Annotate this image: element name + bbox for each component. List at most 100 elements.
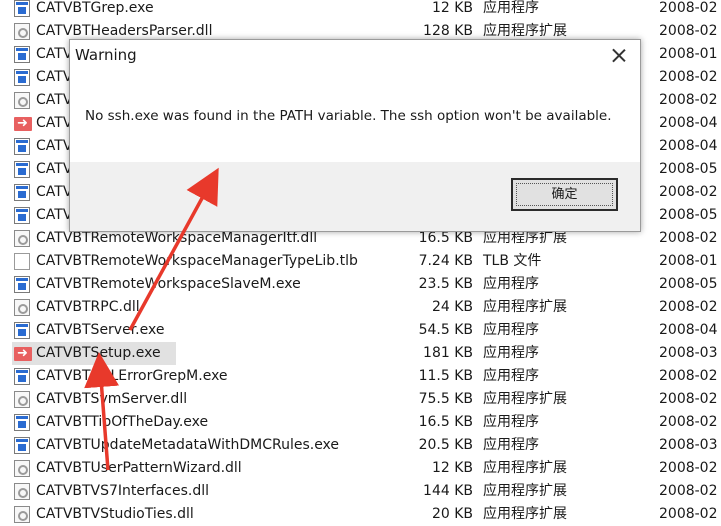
file-row[interactable]: CATVBTServer.exe 54.5 KB 应用程序 2008-04 (0, 319, 721, 342)
file-date: 2008-02 (659, 414, 718, 430)
file-date: 2008-03 (659, 345, 718, 361)
file-type: 应用程序 (483, 0, 539, 16)
file-type: 应用程序 (483, 368, 539, 384)
file-type: 应用程序 (483, 345, 539, 361)
file-size: 75.5 KB (418, 391, 473, 407)
exe-icon (14, 184, 30, 201)
exe-icon (14, 46, 30, 63)
exe-icon (14, 69, 30, 86)
file-row[interactable]: CATVBTUserPatternWizard.dll 12 KB 应用程序扩展 20… (0, 457, 721, 480)
ok-button[interactable]: 确定 (511, 178, 618, 211)
tlb-icon (14, 253, 30, 270)
dll-icon (14, 92, 30, 109)
exe-icon (14, 368, 30, 385)
file-date: 2008-05 (659, 161, 718, 177)
file-name: CATVBTSvmServer.dll (36, 391, 188, 407)
file-name: CATVBTTipOfTheDay.exe (36, 414, 209, 430)
dll-icon (14, 460, 30, 477)
file-name: CATV (36, 138, 73, 154)
file-size: 54.5 KB (418, 322, 473, 338)
file-row[interactable]: CATVBTRemoteWorkspaceManagerTypeLib.tlb 7… (0, 250, 721, 273)
file-row[interactable]: CATVBTVStudioTies.dll 20 KB 应用程序扩展 2008-02 (0, 503, 721, 526)
file-date: 2008-02 (659, 23, 718, 39)
file-row[interactable]: CATVBTRemoteWorkspaceSlaveM.exe 23.5 KB 应用… (0, 273, 721, 296)
file-size: 24 KB (431, 299, 473, 315)
file-type: 应用程序扩展 (483, 391, 567, 407)
file-name: CATV (36, 46, 73, 62)
file-row[interactable]: CATVBTSetup.exe 181 KB 应用程序 2008-03 (0, 342, 721, 365)
file-name: CATVBTRemoteWorkspaceSlaveM.exe (36, 276, 301, 292)
file-date: 2008-05 (659, 207, 718, 223)
file-name: CATVBTUserPatternWizard.dll (36, 460, 242, 476)
file-name: CATVBTSQLErrorGrepM.exe (36, 368, 228, 384)
file-name: CATV (36, 161, 73, 177)
file-name: CATV (36, 184, 73, 200)
file-type: 应用程序 (483, 414, 539, 430)
file-name: CATVBTRemoteWorkspaceManagerTypeLib.tlb (36, 253, 358, 269)
file-name: CATVBTVS7Interfaces.dll (36, 483, 210, 499)
exe-icon (14, 207, 30, 224)
file-type: 应用程序 (483, 437, 539, 453)
dialog-title: Warning (75, 46, 137, 64)
file-size: 20.5 KB (418, 437, 473, 453)
close-icon[interactable] (606, 43, 632, 69)
dialog-footer: 确定 (70, 162, 640, 231)
exe-icon (14, 414, 30, 431)
dialog-titlebar[interactable]: Warning (70, 40, 640, 72)
exe-icon (14, 138, 30, 155)
file-name: CATV (36, 207, 73, 223)
exe-icon (14, 276, 30, 293)
dialog-message: No ssh.exe was found in the PATH variabl… (85, 108, 612, 124)
file-type: 应用程序扩展 (483, 460, 567, 476)
file-size: 11.5 KB (418, 368, 473, 384)
file-date: 2008-01 (659, 46, 718, 62)
file-size: 7.24 KB (418, 253, 473, 269)
file-name: CATVBTServer.exe (36, 322, 165, 338)
file-size: 12 KB (431, 460, 473, 476)
file-row[interactable]: CATVBTUpdateMetadataWithDMCRules.exe 20.5… (0, 434, 721, 457)
dll-icon (14, 483, 30, 500)
file-date: 2008-02 (659, 230, 718, 246)
file-date: 2008-02 (659, 0, 718, 16)
file-name: CATV (36, 92, 73, 108)
file-row[interactable]: CATVBTVS7Interfaces.dll 144 KB 应用程序扩展 2008-… (0, 480, 721, 503)
exe-icon (14, 0, 30, 17)
file-date: 2008-05 (659, 276, 718, 292)
file-date: 2008-04 (659, 115, 718, 131)
dll-icon (14, 391, 30, 408)
file-type: TLB 文件 (483, 253, 542, 269)
setup-icon (14, 112, 32, 135)
file-date: 2008-03 (659, 437, 718, 453)
dll-icon (14, 23, 30, 40)
exe-icon (14, 437, 30, 454)
file-name: CATV (36, 69, 73, 85)
file-row[interactable]: CATVBTRPC.dll 24 KB 应用程序扩展 2008-02 (0, 296, 721, 319)
file-size: 12 KB (431, 0, 473, 16)
file-date: 2008-02 (659, 483, 718, 499)
file-type: 应用程序扩展 (483, 299, 567, 315)
warning-dialog: Warning No ssh.exe was found in the PATH… (69, 39, 641, 232)
exe-icon (14, 322, 30, 339)
file-date: 2008-02 (659, 391, 718, 407)
dll-icon (14, 230, 30, 247)
file-name: CATVBTSetup.exe (36, 345, 161, 361)
dll-icon (14, 506, 30, 523)
file-row[interactable]: CATVBTGrep.exe 12 KB 应用程序 2008-02 (0, 0, 721, 20)
file-size: 23.5 KB (418, 276, 473, 292)
file-date: 2008-04 (659, 322, 718, 338)
file-date: 2008-02 (659, 460, 718, 476)
file-date: 2008-02 (659, 184, 718, 200)
file-row[interactable]: CATVBTTipOfTheDay.exe 16.5 KB 应用程序 2008-02 (0, 411, 721, 434)
setup-icon (14, 342, 32, 365)
file-date: 2008-02 (659, 69, 718, 85)
file-date: 2008-04 (659, 138, 718, 154)
file-type: 应用程序 (483, 322, 539, 338)
file-type: 应用程序扩展 (483, 483, 567, 499)
file-row[interactable]: CATVBTSvmServer.dll 75.5 KB 应用程序扩展 2008-02 (0, 388, 721, 411)
file-date: 2008-02 (659, 92, 718, 108)
file-type: 应用程序扩展 (483, 506, 567, 522)
file-row[interactable]: CATVBTSQLErrorGrepM.exe 11.5 KB 应用程序 2008-0… (0, 365, 721, 388)
file-size: 16.5 KB (418, 414, 473, 430)
file-date: 2008-02 (659, 299, 718, 315)
file-date: 2008-02 (659, 368, 718, 384)
